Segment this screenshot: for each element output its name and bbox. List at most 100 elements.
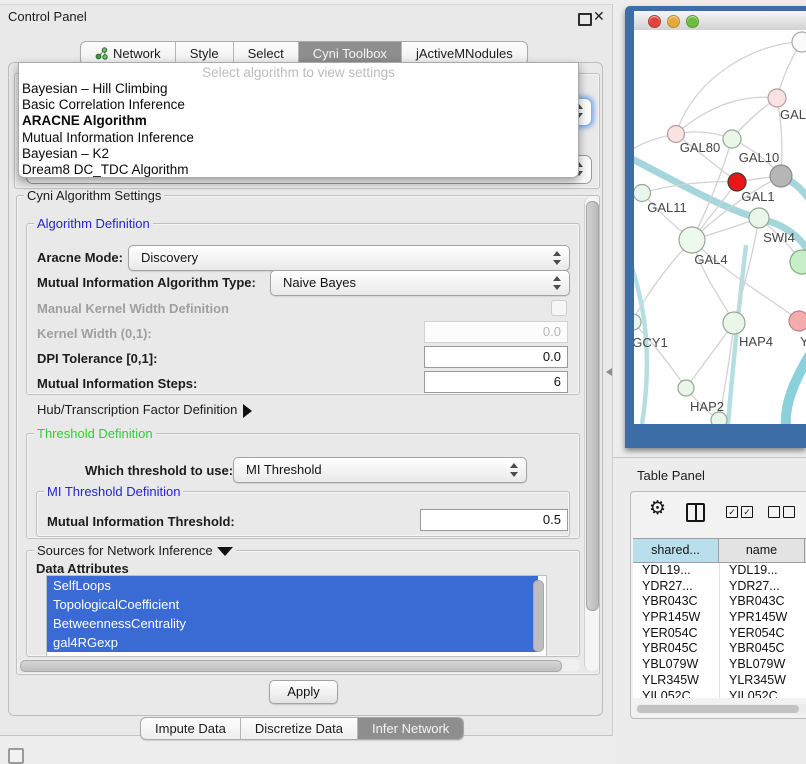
column-header-shared-name[interactable]: shared... (633, 539, 719, 562)
close-window-icon[interactable] (648, 15, 661, 28)
select-all-checked-icon[interactable]: ✓ (726, 506, 738, 518)
tab-infer-network[interactable]: Infer Network (358, 718, 463, 739)
network-node-labels: GAL GAL80 GAL10 GAL1 GAL11 SWI4 GAL4 GCY… (634, 107, 806, 414)
combo-arrows-icon (510, 463, 519, 477)
settings-horizontal-scrollbar[interactable] (18, 659, 580, 671)
scrollbar-thumb[interactable] (637, 705, 799, 713)
mi-algorithm-type-select[interactable]: Naive Bayes (270, 270, 570, 296)
table-container: ⚙ ✓ ✓ shared... name A YDL19... YDL19...… (630, 491, 806, 719)
mi-threshold-label: Mutual Information Threshold: (47, 514, 235, 529)
node-gray[interactable] (770, 165, 792, 187)
network-canvas[interactable]: GAL GAL80 GAL10 GAL1 GAL11 SWI4 GAL4 GCY… (634, 30, 806, 424)
cell: YER054C (633, 626, 719, 642)
aracne-mode-select[interactable]: Discovery (128, 245, 570, 271)
list-item[interactable]: gal4RGexp (47, 633, 538, 652)
settings-gear-icon[interactable]: ⚙ (649, 499, 666, 518)
float-panel-icon[interactable] (578, 13, 592, 26)
tab-impute-data[interactable]: Impute Data (141, 718, 241, 739)
table-row[interactable]: YBL079W YBL079W (633, 657, 806, 673)
node-label: GAL1 (741, 189, 774, 204)
aracne-mode-value: Discovery (141, 250, 198, 265)
manual-kernel-width-checkbox[interactable] (551, 300, 567, 316)
scrollbar-thumb[interactable] (586, 201, 599, 611)
tab-network[interactable]: Network (81, 42, 176, 64)
cell: YDR27... (719, 579, 806, 595)
mi-threshold-field[interactable]: 0.5 (420, 509, 568, 531)
node-gal11[interactable] (634, 185, 651, 202)
node-y[interactable] (789, 311, 806, 331)
list-scrollbar[interactable] (533, 580, 544, 652)
column-layout-icon[interactable] (686, 503, 705, 522)
kernel-width-field[interactable]: 0.0 (424, 321, 568, 343)
which-threshold-value: MI Threshold (246, 462, 322, 477)
network-graph: GAL GAL80 GAL10 GAL1 GAL11 SWI4 GAL4 GCY… (634, 30, 806, 424)
cell: YDL19... (633, 563, 719, 579)
menu-item-basic-correlation[interactable]: Basic Correlation Inference (19, 97, 578, 113)
which-threshold-label: Which threshold to use: (85, 463, 233, 478)
node-label: HAP2 (690, 399, 724, 414)
network-view-window[interactable]: GAL GAL80 GAL10 GAL1 GAL11 SWI4 GAL4 GCY… (625, 6, 806, 448)
table-row[interactable]: YDR27... YDR27... 12 (633, 579, 806, 595)
table-horizontal-scrollbar[interactable] (635, 704, 806, 714)
sources-toggle[interactable]: Sources for Network Inference (34, 544, 236, 557)
node-label: Y (800, 334, 806, 349)
table-row[interactable]: YPR145W YPR145W 9. (633, 610, 806, 626)
node-gal10[interactable] (723, 130, 741, 148)
menu-item-bayesian-hill-climbing[interactable]: Bayesian – Hill Climbing (19, 81, 578, 97)
sources-title: Sources for Network Inference (37, 543, 213, 558)
data-attributes-list[interactable]: SelfLoops TopologicalCoefficient Between… (46, 575, 547, 657)
network-icon (95, 47, 108, 60)
scrollbar-thumb[interactable] (20, 660, 562, 672)
tab-infer-network-label: Infer Network (372, 721, 449, 736)
select-none-icon[interactable] (768, 506, 780, 518)
which-threshold-select[interactable]: MI Threshold (233, 457, 527, 483)
node-gal4[interactable] (679, 227, 705, 253)
table-row[interactable]: YDL19... YDL19... 13 (633, 563, 806, 579)
network-window-titlebar[interactable] (634, 11, 806, 31)
dpi-tolerance-field[interactable]: 0.0 (424, 346, 568, 368)
node[interactable] (790, 250, 806, 274)
zoom-window-icon[interactable] (686, 15, 699, 28)
menu-item-mutual-information[interactable]: Mutual Information Inference (19, 130, 578, 146)
node-hap2[interactable] (678, 380, 694, 396)
hub-definition-toggle[interactable]: Hub/Transcription Factor Definition (37, 402, 252, 418)
tab-discretize-data[interactable]: Discretize Data (241, 718, 358, 739)
settings-vertical-scrollbar[interactable] (584, 197, 599, 671)
tab-discretize-data-label: Discretize Data (255, 721, 343, 736)
tab-style[interactable]: Style (176, 42, 234, 64)
tab-jactivemnodules[interactable]: jActiveMNodules (402, 42, 527, 64)
node-gal[interactable] (768, 89, 786, 107)
panel-divider-arrow[interactable] (606, 368, 612, 376)
table-row[interactable]: YLR345W YLR345W 9. (633, 673, 806, 689)
node-label: GAL11 (647, 200, 687, 215)
tab-cyni-toolbox[interactable]: Cyni Toolbox (299, 42, 402, 64)
list-item[interactable]: BetweennessCentrality (47, 614, 538, 633)
application-window: Control Panel ✕ Network Style (0, 0, 806, 762)
column-header-name[interactable]: name (719, 539, 805, 562)
list-item[interactable]: SelfLoops (47, 576, 538, 595)
node-swi4[interactable] (749, 208, 769, 228)
table-row[interactable]: YIL052C YIL052C 9 (633, 689, 806, 698)
node[interactable] (792, 32, 806, 52)
menu-item-bayesian-k2[interactable]: Bayesian – K2 (19, 146, 578, 162)
minimize-window-icon[interactable] (667, 15, 680, 28)
apply-button[interactable]: Apply (269, 680, 338, 704)
select-all-checked-icon[interactable]: ✓ (741, 506, 753, 518)
node-hap4[interactable] (723, 312, 745, 334)
tab-select[interactable]: Select (234, 42, 299, 64)
list-item[interactable]: TopologicalCoefficient (47, 595, 538, 614)
menu-item-aracne[interactable]: ARACNE Algorithm (19, 113, 578, 129)
select-none-icon[interactable] (783, 506, 795, 518)
combo-arrows-icon (553, 276, 562, 290)
cyni-algorithm-settings-title: Cyni Algorithm Settings (24, 189, 164, 202)
table-row[interactable]: YBR045C YBR045C 9. (633, 641, 806, 657)
mi-algorithm-type-value: Naive Bayes (283, 275, 356, 290)
cell: YBR045C (633, 641, 719, 657)
table-row[interactable]: YER054C YER054C 8. (633, 626, 806, 642)
node-label: SWI4 (763, 230, 795, 245)
node-gcy1[interactable] (634, 314, 641, 330)
table-row[interactable]: YBR043C YBR043C (633, 594, 806, 610)
close-panel-icon[interactable]: ✕ (593, 8, 605, 25)
mi-steps-field[interactable]: 6 (424, 371, 568, 393)
menu-item-dream8[interactable]: Dream8 DC_TDC Algorithm (19, 162, 578, 178)
